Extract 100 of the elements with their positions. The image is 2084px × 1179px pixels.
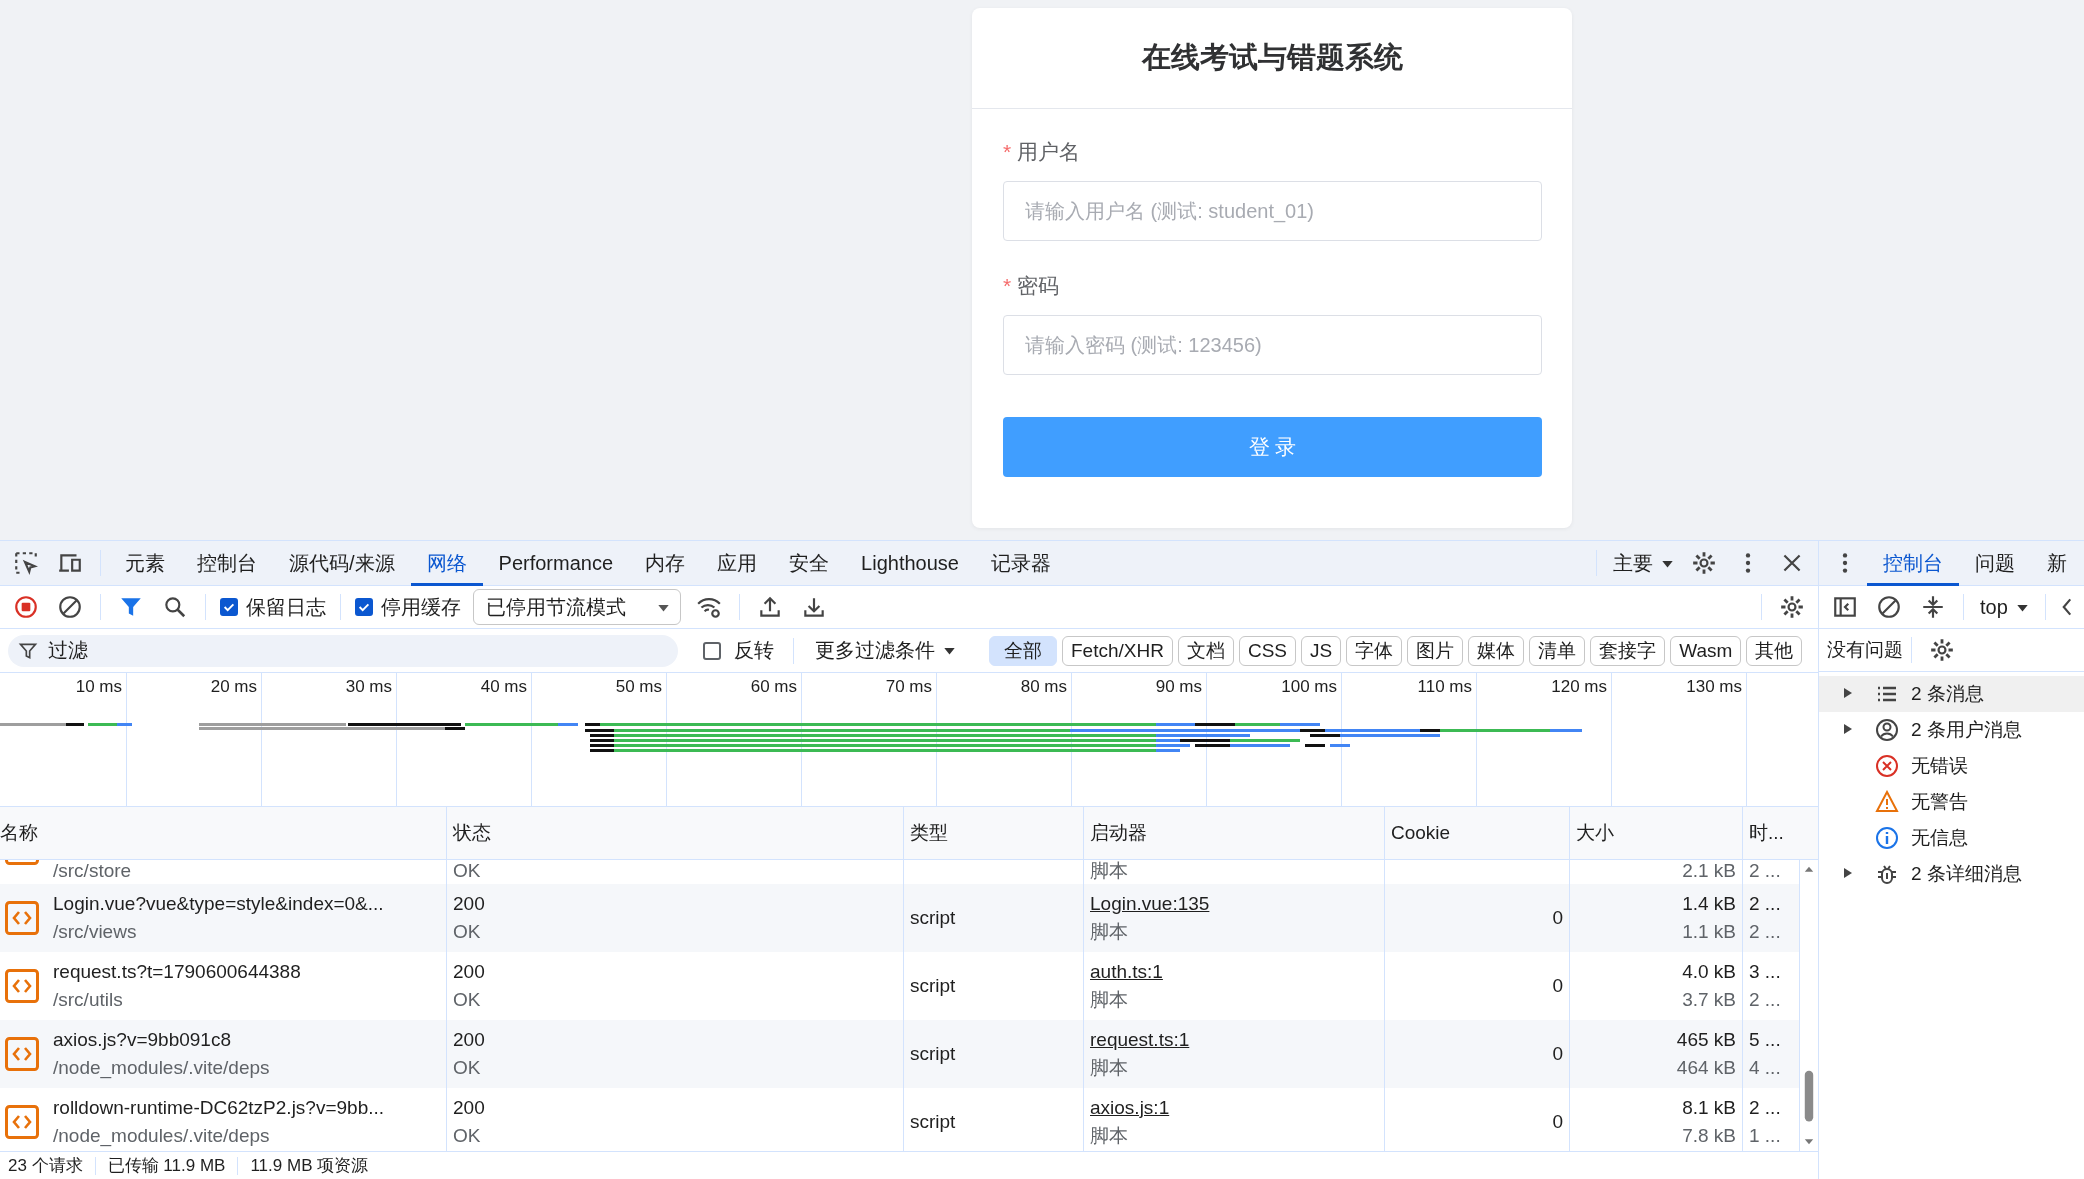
initiator-type: 脚本 — [1090, 988, 1129, 1012]
message-filter-item[interactable]: 2 条用户消息 — [1819, 712, 2084, 748]
column-header[interactable]: 名称 — [0, 820, 38, 846]
settings-icon[interactable] — [1929, 637, 1955, 663]
type-filter-chip[interactable]: 套接字 — [1590, 635, 1666, 666]
message-filter-item[interactable]: 无警告 — [1819, 784, 2084, 820]
drawer-tab[interactable]: 问题 — [1959, 541, 2031, 586]
type-filter-chip[interactable]: Fetch/XHR — [1062, 635, 1173, 666]
checkbox[interactable] — [220, 598, 238, 616]
login-title: 在线考试与错题系统 — [1141, 40, 1403, 75]
drawer-tab[interactable]: 新 — [2031, 541, 2083, 586]
panel-tab[interactable]: 应用 — [701, 540, 774, 586]
upload-icon[interactable] — [757, 594, 783, 620]
status-text: OK — [453, 1056, 482, 1080]
panel-tab[interactable]: Performance — [482, 540, 630, 586]
column-header[interactable]: 类型 — [910, 820, 948, 846]
clear-icon[interactable] — [57, 594, 83, 620]
initiator-link[interactable]: axios.js:1 — [1090, 1095, 1378, 1121]
type-filter-chip[interactable]: JS — [1301, 635, 1342, 666]
settings-icon[interactable] — [1691, 550, 1717, 576]
message-filter-item[interactable]: 无错误 — [1819, 748, 2084, 784]
type-filter-chip[interactable]: 清单 — [1529, 635, 1586, 666]
type-text: script — [910, 975, 956, 997]
panel-tab[interactable]: 源代码/来源 — [273, 540, 411, 586]
type-filter-chip[interactable]: 媒体 — [1468, 635, 1525, 666]
request-path: /node_modules/.vite/deps — [53, 1124, 271, 1149]
type-text: script — [910, 907, 956, 929]
error-icon — [1875, 754, 1899, 778]
message-filter-item[interactable]: 无信息 — [1819, 820, 2084, 856]
type-filter-chip[interactable]: 图片 — [1407, 635, 1464, 666]
expand-arrow-icon[interactable] — [1843, 867, 1853, 879]
more-filters-dropdown[interactable]: 更多过滤条件 — [807, 637, 964, 664]
tick-label: 120 ms — [1551, 677, 1607, 696]
status-text: OK — [453, 988, 482, 1012]
panel-tab[interactable]: 内存 — [629, 540, 702, 586]
checkbox[interactable] — [703, 641, 721, 660]
context-select[interactable]: top — [1972, 595, 2037, 619]
collapse-icon[interactable] — [1920, 594, 1946, 620]
filter-field[interactable]: 过滤 — [8, 634, 678, 667]
column-header[interactable]: 启动器 — [1090, 820, 1147, 846]
type-filter-chip[interactable]: 文档 — [1177, 635, 1234, 666]
warning-icon — [1875, 790, 1899, 814]
time-text: 2 ... — [1749, 1096, 1782, 1120]
tick-label: 20 ms — [210, 677, 257, 696]
type-filter-chip[interactable]: 全部 — [989, 635, 1057, 666]
time-text: 3 ... — [1749, 960, 1782, 984]
field-label: 用户名 — [1017, 139, 1081, 165]
request-row[interactable]: Login.vue?vue&type=style&index=0&... /src/views 200 OK script Login.vue:135 脚本 0 1.4 kB 1.1 kB 2 ... 2 ... — [0, 884, 1800, 952]
checkbox-label: 保留日志 — [246, 594, 326, 620]
type-filter-chip[interactable]: 字体 — [1346, 635, 1403, 666]
tick-label: 100 ms — [1281, 677, 1337, 696]
resource-size: 3.7 kB — [1682, 988, 1736, 1012]
message-filter-item[interactable]: 2 条消息 — [1819, 676, 2084, 712]
status-code: 200 — [453, 960, 486, 984]
initiator-link[interactable]: Login.vue:135 — [1090, 891, 1378, 917]
panel-tab[interactable]: 安全 — [773, 540, 846, 586]
status-code: 200 — [453, 1028, 486, 1052]
search-icon[interactable] — [162, 594, 188, 620]
throttle-select[interactable]: 已停用节流模式 — [473, 589, 681, 625]
panel-menu[interactable]: 主要 — [1605, 549, 1682, 577]
time-text: 2 ... — [1749, 892, 1782, 916]
initiator-type: 脚本 — [1090, 860, 1129, 882]
resource-size: 1.1 kB — [1682, 920, 1736, 944]
settings-icon[interactable] — [1779, 594, 1805, 620]
initiator-link[interactable]: auth.ts:1 — [1090, 959, 1378, 985]
checkbox[interactable] — [355, 598, 373, 616]
script-file-icon — [5, 901, 39, 935]
status-text: OK — [453, 920, 482, 944]
type-filter-chip[interactable]: 其他 — [1746, 635, 1803, 666]
expand-arrow-icon[interactable] — [1843, 687, 1853, 699]
input-field[interactable]: 请输入用户名 (测试: student_01) — [1003, 181, 1542, 241]
tick-label: 70 ms — [885, 677, 932, 696]
type-text: script — [910, 1043, 956, 1065]
column-header[interactable]: 时... — [1749, 820, 1784, 846]
inspect-icon[interactable] — [13, 550, 39, 576]
expand-arrow-icon[interactable] — [1843, 723, 1853, 735]
sidebar-icon[interactable] — [1832, 594, 1858, 620]
clear-icon[interactable] — [1876, 594, 1902, 620]
column-header[interactable]: 大小 — [1576, 820, 1614, 846]
panel-tab[interactable]: 元素 — [109, 540, 181, 586]
script-file-icon — [5, 1105, 39, 1139]
type-filter-chip[interactable]: CSS — [1238, 635, 1296, 666]
column-header[interactable]: 状态 — [453, 820, 491, 846]
initiator-type: 脚本 — [1090, 920, 1129, 944]
initiator-link[interactable]: request.ts:1 — [1090, 1027, 1378, 1053]
panel-tab[interactable]: 记录器 — [974, 540, 1067, 586]
input-field[interactable]: 请输入密码 (测试: 123456) — [1003, 315, 1542, 375]
column-header[interactable]: Cookie — [1391, 822, 1451, 844]
time-text: 2 ... — [1749, 860, 1782, 882]
message-filter-item[interactable]: 2 条详细消息 — [1819, 856, 2084, 892]
type-filter-chip[interactable]: Wasm — [1670, 635, 1742, 666]
transfer-size: 8.1 kB — [1682, 1096, 1736, 1120]
request-row[interactable]: axios.js?v=9bb091c8 /node_modules/.vite/deps 200 OK script request.ts:1 脚本 0 465 kB 464 kB 5 ... 4 ... — [0, 1020, 1800, 1088]
record-icon[interactable] — [13, 594, 39, 620]
resource-size: 464 kB — [1676, 1056, 1736, 1080]
status-text: OK — [453, 1124, 482, 1148]
panel-tab[interactable]: 控制台 — [181, 540, 273, 586]
resource-size: 7.8 kB — [1682, 1124, 1736, 1148]
panel-tab[interactable]: Lighthouse — [845, 540, 975, 586]
script-file-icon — [5, 1037, 39, 1071]
